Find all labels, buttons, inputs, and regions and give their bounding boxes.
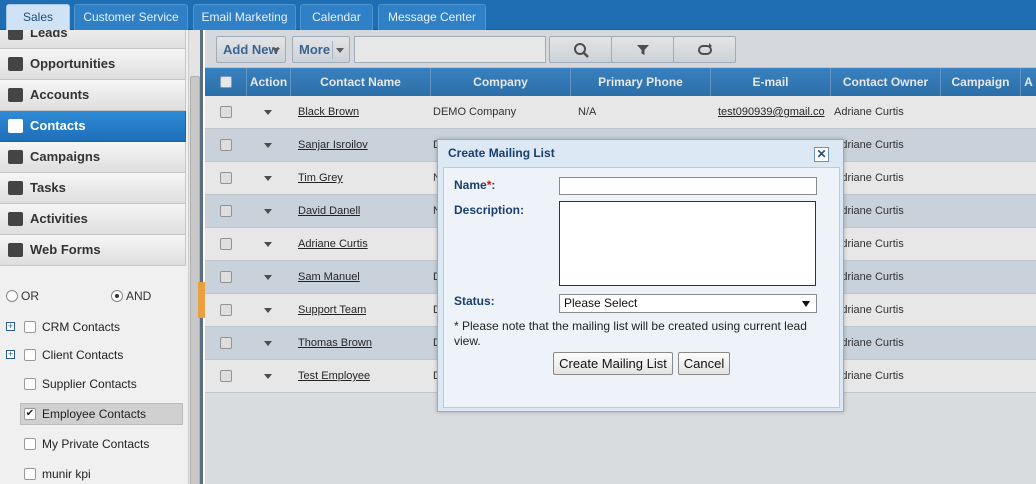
accounts-icon <box>8 88 23 102</box>
filter-label: My Private Contacts <box>42 437 150 451</box>
sidebar-item-label: Accounts <box>30 87 90 102</box>
filter-label: CRM Contacts <box>42 320 121 334</box>
mailing-list-note: * Please note that the mailing list will… <box>454 319 807 348</box>
status-selected-value: Please Select <box>564 296 638 310</box>
create-mailing-list-button[interactable]: Create Mailing List <box>553 352 673 375</box>
filter-checkbox[interactable] <box>24 438 36 450</box>
sidebar-item-label: Opportunities <box>30 56 116 71</box>
dialog-title: Create Mailing List <box>448 146 555 160</box>
sidebar-scrollbar[interactable] <box>188 30 200 484</box>
sidebar-item-label: Tasks <box>30 180 66 195</box>
sidebar-item-activities[interactable]: Activities <box>0 204 186 235</box>
tab-email-marketing[interactable]: Email Marketing <box>193 4 296 30</box>
name-label-colon: : <box>491 178 496 192</box>
web-forms-icon <box>8 243 23 257</box>
status-select[interactable]: Please Select <box>559 294 817 313</box>
filter-label: Client Contacts <box>42 348 124 362</box>
filter-checkbox[interactable] <box>24 378 36 390</box>
scrollbar-thumb[interactable] <box>190 76 200 484</box>
campaigns-icon <box>8 150 23 164</box>
filter-item-supplier-contacts[interactable]: Supplier Contacts <box>0 373 186 395</box>
name-label-text: Name <box>454 178 487 192</box>
description-field[interactable] <box>559 201 816 286</box>
name-label: Name*: <box>454 178 495 192</box>
sidebar-item-accounts[interactable]: Accounts <box>0 80 186 111</box>
top-tab-bar: Sales Customer Service Email Marketing C… <box>0 0 1036 30</box>
filter-item-munir-kpi[interactable]: munir kpi <box>0 463 186 484</box>
close-icon[interactable]: ✕ <box>814 147 829 162</box>
expand-icon[interactable]: + <box>6 350 15 359</box>
filter-checkbox[interactable] <box>24 349 36 361</box>
logic-or-option[interactable]: OR <box>6 289 39 303</box>
tasks-icon <box>8 181 23 195</box>
or-radio[interactable] <box>6 290 18 302</box>
tab-customer-service[interactable]: Customer Service <box>74 4 188 30</box>
sidebar: Leads Opportunities Accounts Contacts Ca… <box>0 30 203 484</box>
sidebar-item-label: Leads <box>30 30 68 40</box>
filter-item-my-private-contacts[interactable]: My Private Contacts <box>0 433 186 455</box>
sidebar-item-label: Web Forms <box>30 242 101 257</box>
dialog-body: Name*: Description: Status: Please Selec… <box>443 167 840 408</box>
logic-and-option[interactable]: AND <box>111 289 151 303</box>
status-label: Status: <box>454 294 495 308</box>
or-label: OR <box>21 289 39 303</box>
filter-item-client-contacts[interactable]: + Client Contacts <box>0 344 186 366</box>
sidebar-item-tasks[interactable]: Tasks <box>0 173 186 204</box>
name-field[interactable] <box>559 177 817 195</box>
tab-label: Email Marketing <box>201 10 288 24</box>
sidebar-item-leads[interactable]: Leads <box>0 30 186 49</box>
description-label: Description: <box>454 203 525 217</box>
contacts-icon <box>8 119 23 133</box>
dropdown-arrow-icon <box>802 301 810 307</box>
filter-checkbox[interactable] <box>24 321 36 333</box>
create-mailing-list-dialog: Create Mailing List ✕ Name*: Description… <box>437 139 844 412</box>
sidebar-item-web-forms[interactable]: Web Forms <box>0 235 186 266</box>
filter-checkbox[interactable] <box>24 468 36 480</box>
filter-label: munir kpi <box>42 467 91 481</box>
filter-checkbox-checked[interactable]: ✔ <box>24 408 36 420</box>
filter-label: Employee Contacts <box>42 407 147 421</box>
sidebar-item-campaigns[interactable]: Campaigns <box>0 142 186 173</box>
sidebar-item-label: Contacts <box>30 118 86 133</box>
expand-icon[interactable]: + <box>6 322 15 331</box>
filter-item-crm-contacts[interactable]: + CRM Contacts <box>0 316 186 338</box>
cancel-button[interactable]: Cancel <box>678 352 730 375</box>
tab-calendar[interactable]: Calendar <box>300 4 373 30</box>
filter-item-employee-contacts[interactable]: ✔ Employee Contacts <box>0 403 186 425</box>
and-radio[interactable] <box>111 290 123 302</box>
leads-icon <box>8 30 23 40</box>
tab-label: Sales <box>22 10 54 24</box>
sidebar-item-contacts[interactable]: Contacts <box>0 111 186 142</box>
tab-label: Customer Service <box>83 10 179 24</box>
opportunities-icon <box>8 57 23 71</box>
sidebar-item-label: Activities <box>30 211 88 226</box>
activities-icon <box>8 212 23 226</box>
tab-label: Calendar <box>312 10 361 24</box>
tab-sales[interactable]: Sales <box>6 4 70 30</box>
and-label: AND <box>126 289 152 303</box>
tab-label: Message Center <box>387 10 477 24</box>
filter-label: Supplier Contacts <box>42 377 137 391</box>
tab-message-center[interactable]: Message Center <box>378 4 486 30</box>
sidebar-item-label: Campaigns <box>30 149 101 164</box>
sidebar-collapse-handle[interactable] <box>198 282 205 318</box>
sidebar-item-opportunities[interactable]: Opportunities <box>0 49 186 80</box>
